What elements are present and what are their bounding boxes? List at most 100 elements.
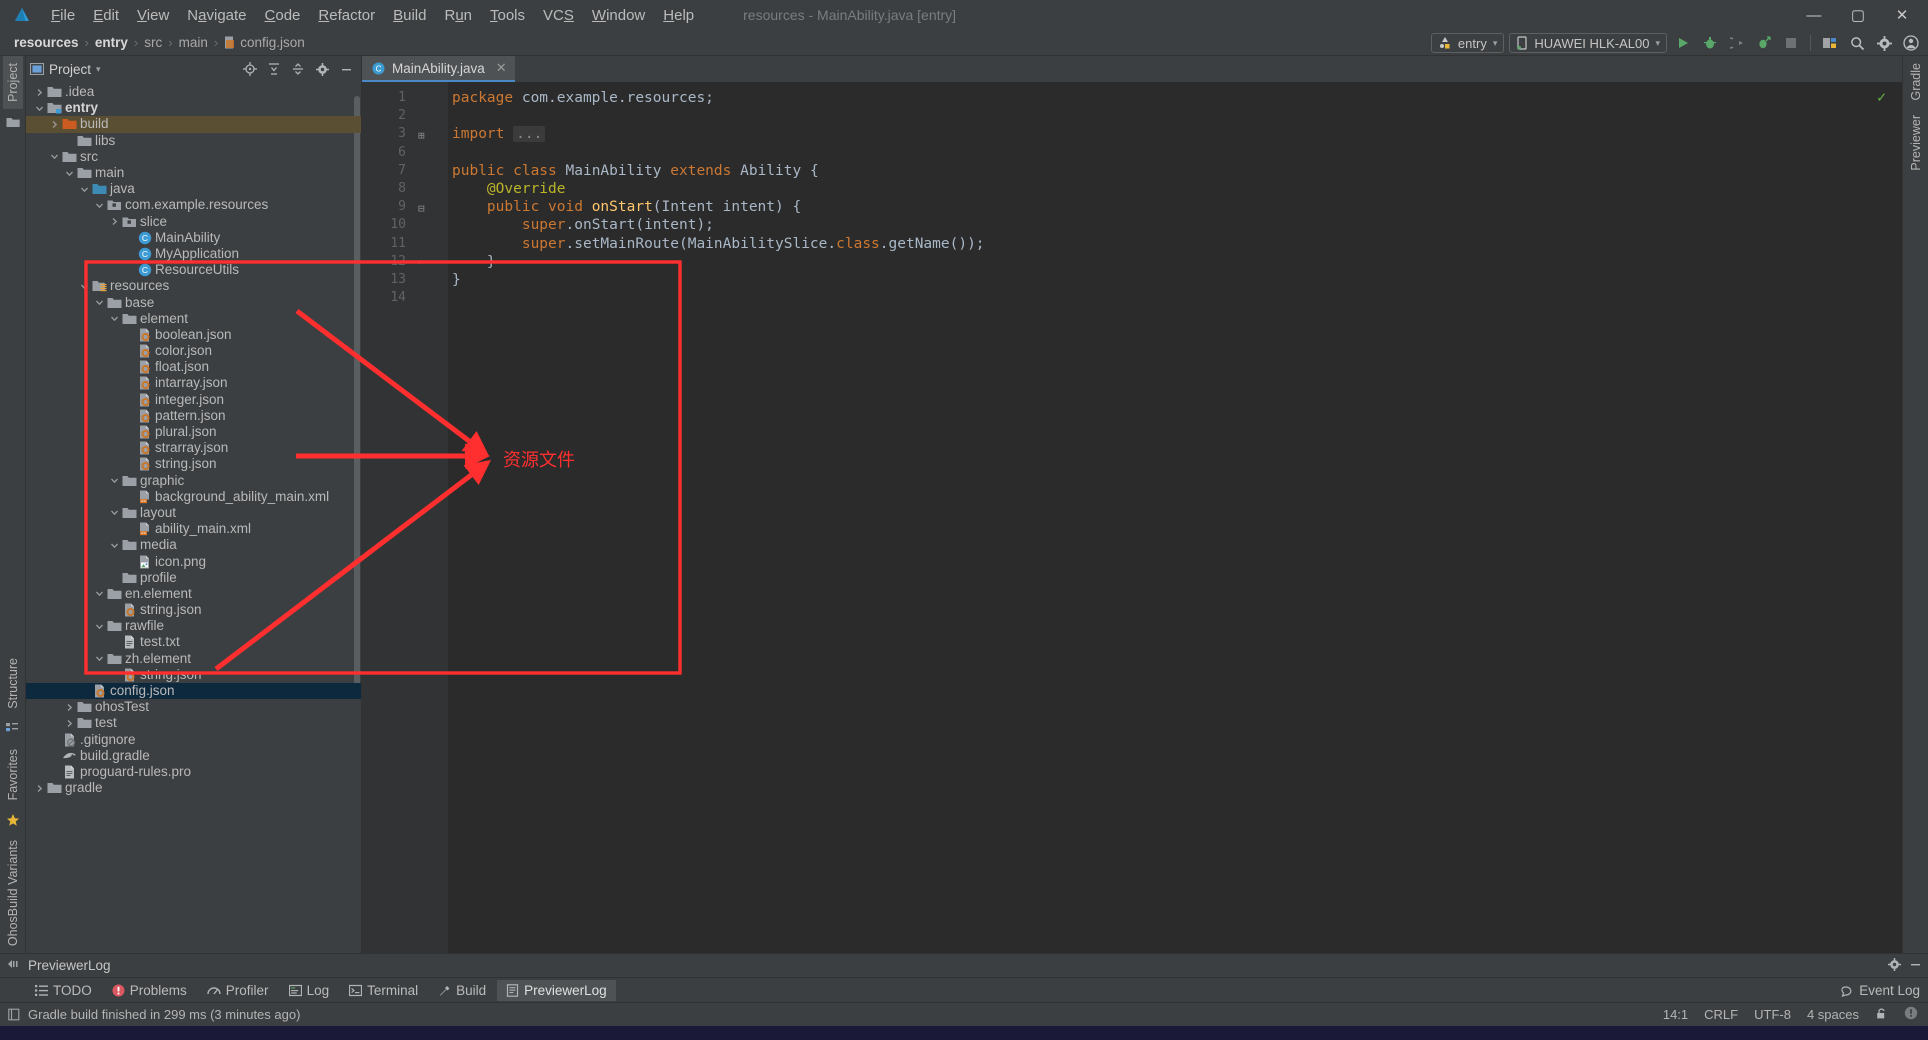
code-line[interactable]: public void onStart(Intent intent) { (452, 198, 1888, 216)
tree-node-java[interactable]: java (26, 181, 361, 197)
tree-node--gitignore[interactable]: .gitignore (26, 732, 361, 748)
tree-node-slice[interactable]: slice (26, 214, 361, 230)
code-line[interactable]: public class MainAbility extends Ability… (452, 162, 1888, 180)
tree-node-src[interactable]: src (26, 149, 361, 165)
star-icon[interactable] (4, 811, 22, 829)
inspection-status-icon[interactable]: ✓ (1877, 88, 1886, 106)
editor-scrollbar-strip[interactable] (1888, 82, 1902, 953)
tab-profiler[interactable]: Profiler (198, 980, 278, 1001)
chevron-down-icon[interactable] (107, 508, 121, 517)
tree-node-test[interactable]: test (26, 715, 361, 731)
tree-node-myapplication[interactable]: C MyApplication (26, 246, 361, 262)
sidebar-item-previewer[interactable]: Previewer (1906, 108, 1926, 178)
tree-node--idea[interactable]: .idea (26, 84, 361, 100)
editor-tab-mainability[interactable]: C MainAbility.java ✕ (362, 56, 515, 82)
chevron-down-icon[interactable] (107, 476, 121, 485)
gutter-line-number[interactable]: 1 (362, 89, 412, 107)
tree-node-test-txt[interactable]: test.txt (26, 634, 361, 650)
chevron-right-icon[interactable] (62, 703, 76, 712)
menu-edit[interactable]: Edit (84, 5, 128, 26)
tree-node-string-json[interactable]: string.json (26, 602, 361, 618)
tree-node-ohostest[interactable]: ohosTest (26, 699, 361, 715)
tree-node-profile[interactable]: profile (26, 570, 361, 586)
run-icon[interactable] (1672, 32, 1694, 54)
tree-node-resourceutils[interactable]: C ResourceUtils (26, 262, 361, 278)
tree-node-resources[interactable]: resources (26, 278, 361, 294)
chevron-right-icon[interactable] (107, 217, 121, 226)
gutter-line-number[interactable]: 9 (362, 198, 428, 216)
chevron-down-icon[interactable] (77, 282, 91, 291)
locate-icon[interactable] (239, 58, 261, 80)
tab-log[interactable]: Log (280, 980, 339, 1001)
gutter-line-number[interactable]: 8 (362, 180, 412, 198)
breadcrumb-item-main[interactable]: main (173, 34, 214, 51)
hide-icon[interactable] (335, 58, 357, 80)
code-line[interactable]: import ... (452, 125, 1888, 143)
sidebar-item-structure[interactable]: Structure (3, 651, 23, 716)
tree-node-en-element[interactable]: en.element (26, 586, 361, 602)
tree-node-strarray-json[interactable]: strarray.json (26, 440, 361, 456)
settings-icon[interactable] (1888, 957, 1901, 974)
sdk-manager-icon[interactable] (1819, 32, 1841, 54)
tree-node-build[interactable]: build (26, 116, 361, 133)
editor-gutter[interactable]: 1 2 3 6 7 8 9 10 11 12 13 14 (362, 82, 428, 953)
tree-node-boolean-json[interactable]: boolean.json (26, 327, 361, 343)
tree-node-string-json[interactable]: string.json (26, 456, 361, 472)
tree-node-float-json[interactable]: float.json (26, 359, 361, 375)
project-tree[interactable]: .idea entry build libs src main java com.exampl… (26, 82, 361, 953)
account-icon[interactable] (1900, 32, 1922, 54)
gutter-line-number[interactable]: 3 (362, 125, 412, 143)
fold-collapse-icon[interactable]: ⊟ (418, 200, 425, 218)
menu-file[interactable]: File (42, 5, 84, 26)
tree-node-mainability[interactable]: C MainAbility (26, 230, 361, 246)
project-panel-title-group[interactable]: Project ▾ (30, 62, 101, 77)
tree-node-main[interactable]: main (26, 165, 361, 181)
tree-node-background-ability-main-xml[interactable]: <> background_ability_main.xml (26, 489, 361, 505)
chevron-down-icon[interactable] (32, 104, 46, 113)
chevron-down-icon[interactable] (107, 314, 121, 323)
chevron-down-icon[interactable] (47, 152, 61, 161)
search-everywhere-icon[interactable] (1846, 32, 1868, 54)
code-line[interactable]: } (452, 271, 1888, 289)
expand-all-icon[interactable] (263, 58, 285, 80)
menu-help[interactable]: Help (654, 5, 703, 26)
gutter-line-number[interactable]: 7 (362, 162, 412, 180)
run-configuration-selector[interactable]: entry ▾ (1430, 33, 1505, 53)
code-line[interactable]: @Override (452, 180, 1888, 198)
chevron-down-icon[interactable] (77, 185, 91, 194)
tree-node-pattern-json[interactable]: pattern.json (26, 408, 361, 424)
close-icon[interactable]: ✕ (496, 60, 507, 76)
breadcrumb-item-configjson[interactable]: config.json (218, 34, 311, 51)
menu-vcs[interactable]: VCS (534, 5, 583, 26)
code-line[interactable]: } (452, 253, 1888, 271)
menu-window[interactable]: Window (583, 5, 654, 26)
collapse-all-icon[interactable] (287, 58, 309, 80)
line-separator[interactable]: CRLF (1704, 1007, 1738, 1022)
unlock-icon[interactable] (1875, 1007, 1888, 1023)
tree-node-ability-main-xml[interactable]: <> ability_main.xml (26, 521, 361, 537)
breadcrumb-item-entry[interactable]: entry (89, 34, 134, 51)
code-line[interactable] (452, 144, 1888, 162)
tree-node-layout[interactable]: layout (26, 505, 361, 521)
menu-run[interactable]: Run (435, 5, 481, 26)
tree-node-com-example-resources[interactable]: com.example.resources (26, 197, 361, 213)
event-log-button[interactable]: Event Log (1841, 983, 1920, 998)
tree-node-config-json[interactable]: config.json (26, 682, 361, 700)
chevron-right-icon[interactable] (32, 88, 46, 97)
tree-node-element[interactable]: element (26, 311, 361, 327)
code-line[interactable]: super.onStart(intent); (452, 216, 1888, 234)
tree-node-base[interactable]: base (26, 294, 361, 310)
chevron-down-icon[interactable] (92, 622, 106, 631)
tab-previewerlog[interactable]: PreviewerLog (497, 979, 616, 1001)
file-encoding[interactable]: UTF-8 (1754, 1007, 1791, 1022)
chevron-down-icon[interactable] (92, 589, 106, 598)
fold-expand-icon[interactable]: ⊞ (418, 127, 425, 145)
tree-node-color-json[interactable]: color.json (26, 343, 361, 359)
folder-icon[interactable] (4, 113, 22, 131)
code-line[interactable]: super.setMainRoute(MainAbilitySlice.clas… (452, 235, 1888, 253)
sidebar-item-gradle[interactable]: Gradle (1906, 56, 1926, 108)
sidebar-item-favorites[interactable]: Favorites (3, 742, 23, 807)
tree-node-plural-json[interactable]: plural.json (26, 424, 361, 440)
tab-todo[interactable]: TODO (26, 980, 101, 1001)
tree-node-build-gradle[interactable]: build.gradle (26, 748, 361, 764)
